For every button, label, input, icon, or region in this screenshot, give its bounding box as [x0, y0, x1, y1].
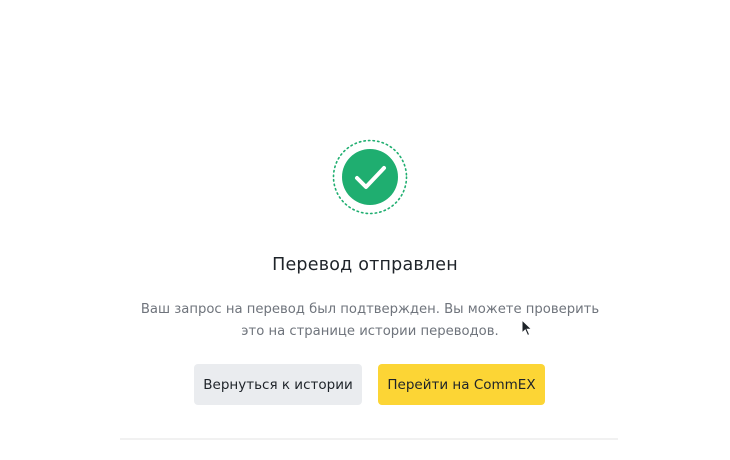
transfer-success-page: Перевод отправлен Ваш запрос на перевод … — [0, 0, 730, 460]
description-line-1: Ваш запрос на перевод был подтвержден. В… — [140, 302, 600, 317]
page-title: Перевод отправлен — [272, 255, 458, 275]
go-to-commex-button[interactable]: Перейти на CommEX — [378, 364, 545, 405]
check-circle-icon — [332, 139, 408, 215]
mouse-cursor-icon — [521, 319, 533, 337]
back-to-history-button[interactable]: Вернуться к истории — [194, 364, 362, 405]
